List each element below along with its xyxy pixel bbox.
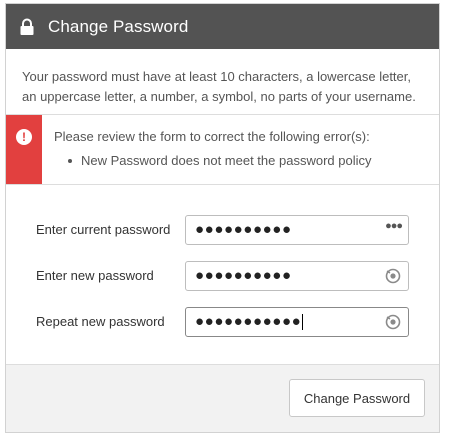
repeat-password-value: ●●●●●●●●●●● — [195, 313, 302, 330]
repeat-password-row: Repeat new password ●●●●●●●●●●● — [6, 307, 439, 337]
bullet-icon — [68, 158, 72, 163]
password-reveal-icon[interactable] — [384, 313, 402, 331]
password-requirements: Your password must have at least 10 char… — [6, 49, 439, 115]
repeat-password-input[interactable]: ●●●●●●●●●●● — [185, 307, 409, 337]
text-caret — [302, 314, 304, 330]
alert-error-item: New Password does not meet the password … — [68, 153, 371, 168]
panel-footer: Change Password — [6, 364, 439, 432]
current-password-input[interactable]: ●●●●●●●●●● ●●● — [185, 215, 409, 245]
error-icon: ! — [16, 129, 32, 145]
error-alert: ! Please review the form to correct the … — [6, 115, 439, 185]
lock-icon — [19, 18, 35, 36]
new-password-value: ●●●●●●●●●● — [195, 267, 292, 284]
page-title: Change Password — [48, 16, 189, 36]
repeat-password-label: Repeat new password — [36, 314, 165, 329]
alert-error-text: New Password does not meet the password … — [81, 153, 372, 168]
panel-header: Change Password — [6, 4, 439, 49]
alert-message: Please review the form to correct the fo… — [54, 129, 370, 144]
new-password-row: Enter new password ●●●●●●●●●● — [6, 261, 439, 291]
change-password-button[interactable]: Change Password — [289, 379, 425, 417]
current-password-row: Enter current password ●●●●●●●●●● ●●● — [6, 215, 439, 245]
new-password-label: Enter new password — [36, 268, 154, 283]
new-password-input[interactable]: ●●●●●●●●●● — [185, 261, 409, 291]
password-reveal-icon[interactable] — [384, 267, 402, 285]
current-password-label: Enter current password — [36, 222, 171, 237]
change-password-panel: Change Password Your password must have … — [5, 3, 440, 433]
password-manager-dots-icon[interactable]: ●●● — [385, 220, 403, 232]
password-form: Enter current password ●●●●●●●●●● ●●● En… — [6, 185, 439, 365]
current-password-value: ●●●●●●●●●● — [195, 221, 292, 238]
alert-bar: ! — [6, 115, 42, 184]
